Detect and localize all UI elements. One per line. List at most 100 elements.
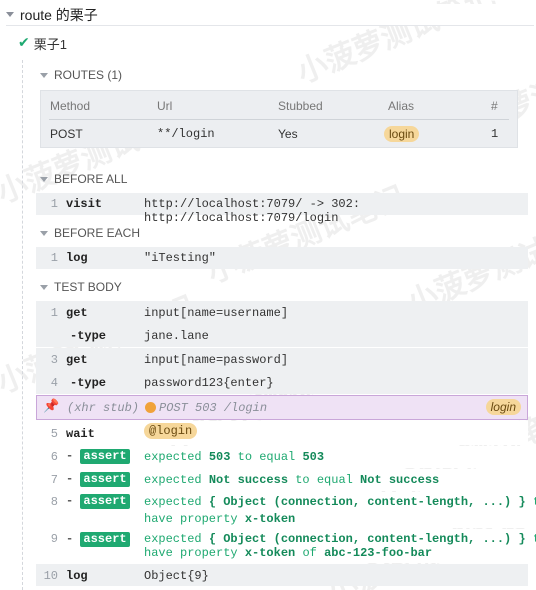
command-number: 6 [50, 450, 58, 464]
pin-icon[interactable]: 📌 [43, 399, 59, 414]
test-title-row[interactable]: ✔ 栗子1 [18, 34, 67, 52]
route-count: 1 [491, 127, 499, 141]
assert-value: x-token [244, 512, 296, 526]
command-name: -type [70, 376, 107, 390]
routes-table: Method Url Stubbed Alias # POST **/login… [40, 90, 518, 148]
before-all-heading: BEFORE ALL [54, 172, 128, 186]
command-number: 9 [50, 532, 58, 546]
divider [49, 119, 509, 120]
command-name: log [66, 251, 88, 265]
command-name: log [66, 569, 88, 583]
command-message: jane.lane [144, 329, 209, 343]
watermark: 小菠萝测试笔记 [202, 179, 411, 291]
assert-text: have property [144, 512, 238, 526]
assert-value: x-token [244, 546, 296, 560]
command-number: 1 [50, 251, 58, 265]
assert-row[interactable]: 9 - assert expected { Object (connection… [36, 529, 536, 563]
command-message: input[name=username] [144, 306, 289, 320]
before-all-header[interactable]: BEFORE ALL [40, 171, 127, 187]
suite-header[interactable]: route 的栗子 [6, 4, 534, 26]
assert-value: 503 [302, 450, 325, 464]
command-name: visit [66, 197, 103, 211]
before-each-heading: BEFORE EACH [54, 226, 141, 240]
command-message: http://localhost:7079/ -> 302: http://lo… [144, 197, 361, 225]
caret-down-icon[interactable] [40, 72, 48, 78]
routes-section-header[interactable]: ROUTES (1) [40, 67, 122, 83]
command-name: wait [66, 427, 95, 441]
command-number: 8 [50, 495, 58, 509]
assert-row[interactable]: 7 - assert expected Not success to equal… [36, 469, 528, 491]
assert-text: of [302, 546, 317, 560]
command-number: 4 [50, 376, 58, 390]
col-alias: Alias [388, 99, 415, 113]
assert-text: expected [144, 450, 202, 464]
route-method: POST [50, 127, 83, 141]
command-row[interactable]: 1 visit http://localhost:7079/ -> 302: h… [36, 193, 528, 225]
command-message: Object{9} [144, 569, 209, 583]
pending-dot-icon [145, 402, 156, 413]
xhr-alias-badge: login [485, 399, 521, 415]
command-number: 1 [50, 306, 58, 320]
assert-text: have property [144, 546, 238, 560]
command-row[interactable]: 1 log "iTesting" [36, 247, 528, 269]
before-each-header[interactable]: BEFORE EACH [40, 225, 140, 241]
command-number: 10 [43, 569, 58, 583]
command-row[interactable]: 1 get input[name=username] [36, 301, 528, 324]
test-title: 栗子1 [33, 36, 67, 52]
assert-row[interactable]: 8 - assert expected { Object (connection… [36, 492, 536, 528]
caret-down-icon[interactable] [40, 284, 48, 290]
command-message: password123{enter} [144, 376, 274, 390]
assert-badge: assert [80, 532, 130, 547]
xhr-stub-row[interactable]: 📌 (xhr stub) POST 503 /login login [36, 395, 528, 420]
check-icon: ✔ [18, 35, 30, 51]
xhr-label: (xhr stub) [67, 401, 140, 415]
assert-text: to equal [295, 473, 353, 487]
suite-title: route 的栗子 [20, 6, 98, 23]
assert-value: { Object (connection, content-length, ..… [208, 532, 526, 546]
caret-down-icon[interactable] [40, 230, 48, 236]
col-stubbed: Stubbed [278, 99, 323, 113]
col-count: # [491, 99, 498, 113]
assert-badge: assert [80, 472, 130, 487]
command-number: 5 [50, 427, 58, 441]
command-group: 3 get input[name=password] 4 -type passw… [36, 348, 528, 394]
caret-down-icon[interactable] [40, 176, 48, 182]
caret-down-icon[interactable] [6, 12, 14, 17]
assert-value: abc-123-foo-bar [324, 546, 433, 560]
command-row[interactable]: 3 get input[name=password] [36, 348, 528, 371]
assert-badge: assert [80, 449, 130, 464]
xhr-request: POST 503 /login [159, 401, 268, 415]
command-number: 7 [50, 473, 58, 487]
test-body-header[interactable]: TEST BODY [40, 279, 122, 295]
dash: - [66, 472, 74, 486]
dash: - [66, 449, 74, 463]
assert-value: Not success [208, 473, 289, 487]
route-stubbed: Yes [278, 127, 298, 141]
col-url: Url [157, 99, 173, 113]
dash: - [66, 532, 74, 546]
route-alias-badge: login [384, 126, 420, 142]
assert-text: expected [144, 532, 202, 546]
command-row[interactable]: 10 log Object{9} [36, 564, 528, 586]
dash: - [66, 494, 74, 508]
command-row[interactable]: -type jane.lane [36, 324, 528, 347]
command-name: get [66, 353, 88, 367]
assert-value: 503 [208, 450, 231, 464]
command-name: -type [70, 329, 107, 343]
test-panel-border [22, 60, 24, 590]
assert-text: expected [144, 495, 202, 509]
assert-value: { Object (connection, content-length, ..… [208, 495, 526, 509]
command-row[interactable]: 5 wait @login [36, 421, 528, 445]
command-group: 1 get input[name=username] -type jane.la… [36, 301, 528, 347]
assert-row[interactable]: 6 - assert expected 503 to equal 503 [36, 446, 528, 468]
command-name: get [66, 306, 88, 320]
assert-text: to equal [237, 450, 296, 464]
command-number: 1 [50, 197, 58, 211]
assert-value: Not success [360, 473, 440, 487]
command-row[interactable]: 4 -type password123{enter} [36, 371, 528, 394]
command-message: input[name=password] [144, 353, 289, 367]
command-message: "iTesting" [144, 251, 217, 265]
wait-alias-badge: @login [144, 423, 198, 439]
route-url: **/login [157, 127, 215, 141]
assert-badge: assert [80, 494, 130, 509]
